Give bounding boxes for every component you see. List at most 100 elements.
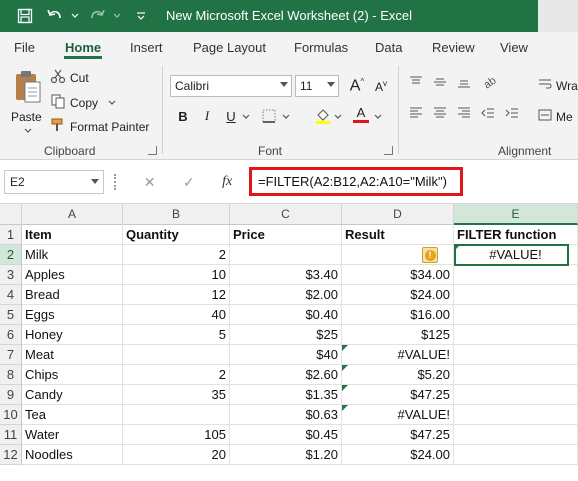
cell-b5[interactable]: 40 bbox=[123, 305, 230, 325]
underline-button[interactable]: U bbox=[220, 105, 242, 127]
increase-font-size-button[interactable]: A^ bbox=[346, 75, 368, 97]
cell-a4[interactable]: Bread bbox=[22, 285, 123, 305]
clipboard-launcher-icon[interactable] bbox=[148, 146, 157, 155]
cell-e12[interactable] bbox=[454, 445, 578, 465]
account-button[interactable] bbox=[538, 0, 578, 32]
row-header[interactable]: 9 bbox=[0, 385, 22, 405]
cell-e6[interactable] bbox=[454, 325, 578, 345]
paste-button[interactable]: Paste bbox=[10, 70, 46, 134]
row-header[interactable]: 11 bbox=[0, 425, 22, 445]
row-header[interactable]: 5 bbox=[0, 305, 22, 325]
cell-d10[interactable]: #VALUE! bbox=[342, 405, 454, 425]
insert-function-icon[interactable]: fx bbox=[222, 174, 232, 190]
cell-a8[interactable]: Chips bbox=[22, 365, 123, 385]
tab-formulas[interactable]: Formulas bbox=[294, 40, 348, 55]
cell-d7[interactable]: #VALUE! bbox=[342, 345, 454, 365]
row-header[interactable]: 4 bbox=[0, 285, 22, 305]
align-left-icon[interactable] bbox=[408, 105, 424, 121]
decrease-font-size-button[interactable]: Av bbox=[370, 75, 392, 97]
row-header[interactable]: 7 bbox=[0, 345, 22, 365]
font-launcher-icon[interactable] bbox=[384, 146, 393, 155]
cell-c5[interactable]: $0.40 bbox=[230, 305, 342, 325]
tab-home[interactable]: Home bbox=[65, 40, 101, 55]
fill-color-button[interactable] bbox=[312, 105, 334, 127]
cell-a5[interactable]: Eggs bbox=[22, 305, 123, 325]
cell-c6[interactable]: $25 bbox=[230, 325, 342, 345]
tab-view[interactable]: View bbox=[500, 40, 528, 55]
format-painter-button[interactable]: Format Painter bbox=[50, 117, 149, 136]
cell-e10[interactable] bbox=[454, 405, 578, 425]
row-header[interactable]: 6 bbox=[0, 325, 22, 345]
align-bottom-icon[interactable] bbox=[456, 74, 472, 90]
cell-b8[interactable]: 2 bbox=[123, 365, 230, 385]
cell-a12[interactable]: Noodles bbox=[22, 445, 123, 465]
cell-c12[interactable]: $1.20 bbox=[230, 445, 342, 465]
cell-b11[interactable]: 105 bbox=[123, 425, 230, 445]
cell-c11[interactable]: $0.45 bbox=[230, 425, 342, 445]
cell-c4[interactable]: $2.00 bbox=[230, 285, 342, 305]
cell-b9[interactable]: 35 bbox=[123, 385, 230, 405]
cell-d9[interactable]: $47.25 bbox=[342, 385, 454, 405]
cell-d3[interactable]: $34.00 bbox=[342, 265, 454, 285]
decrease-indent-icon[interactable] bbox=[480, 105, 496, 121]
align-top-icon[interactable] bbox=[408, 74, 424, 90]
cell-b10[interactable] bbox=[123, 405, 230, 425]
align-middle-icon[interactable] bbox=[432, 74, 448, 90]
cell-a11[interactable]: Water bbox=[22, 425, 123, 445]
increase-indent-icon[interactable] bbox=[504, 105, 520, 121]
font-name-select[interactable]: Calibri bbox=[170, 75, 292, 97]
cell-d8[interactable]: $5.20 bbox=[342, 365, 454, 385]
merge-center-button[interactable]: Me bbox=[538, 108, 573, 125]
cell-d11[interactable]: $47.25 bbox=[342, 425, 454, 445]
cell-b2[interactable]: 2 bbox=[123, 245, 230, 265]
cell-c3[interactable]: $3.40 bbox=[230, 265, 342, 285]
font-color-button[interactable]: A bbox=[350, 103, 372, 125]
cut-button[interactable]: Cut bbox=[50, 68, 89, 87]
cell-b1[interactable]: Quantity bbox=[123, 225, 230, 245]
row-header[interactable]: 3 bbox=[0, 265, 22, 285]
cell-a1[interactable]: Item bbox=[22, 225, 123, 245]
cell-c9[interactable]: $1.35 bbox=[230, 385, 342, 405]
cell-a10[interactable]: Tea bbox=[22, 405, 123, 425]
cell-d12[interactable]: $24.00 bbox=[342, 445, 454, 465]
column-header-c[interactable]: C bbox=[230, 204, 342, 225]
select-all-corner[interactable] bbox=[0, 204, 22, 225]
formula-input[interactable]: =FILTER(A2:B12,A2:A10="Milk") bbox=[249, 167, 463, 196]
tab-data[interactable]: Data bbox=[375, 40, 402, 55]
row-header[interactable]: 12 bbox=[0, 445, 22, 465]
italic-button[interactable]: I bbox=[196, 105, 218, 127]
error-warning-icon[interactable]: ! bbox=[422, 247, 438, 263]
cell-e8[interactable] bbox=[454, 365, 578, 385]
formula-bar-grip-icon[interactable] bbox=[114, 174, 117, 190]
cell-e11[interactable] bbox=[454, 425, 578, 445]
cell-b4[interactable]: 12 bbox=[123, 285, 230, 305]
cell-c7[interactable]: $40 bbox=[230, 345, 342, 365]
align-right-icon[interactable] bbox=[456, 105, 472, 121]
cell-a7[interactable]: Meat bbox=[22, 345, 123, 365]
cell-d4[interactable]: $24.00 bbox=[342, 285, 454, 305]
tab-file[interactable]: File bbox=[14, 40, 35, 55]
row-header[interactable]: 2 bbox=[0, 245, 22, 265]
font-size-select[interactable]: 11 bbox=[295, 75, 339, 97]
cell-e5[interactable] bbox=[454, 305, 578, 325]
bold-button[interactable]: B bbox=[172, 105, 194, 127]
copy-button[interactable]: Copy bbox=[50, 93, 116, 112]
tab-review[interactable]: Review bbox=[432, 40, 475, 55]
column-header-b[interactable]: B bbox=[123, 204, 230, 225]
row-header[interactable]: 8 bbox=[0, 365, 22, 385]
column-header-d[interactable]: D bbox=[342, 204, 454, 225]
cell-c2[interactable] bbox=[230, 245, 342, 265]
cell-e1[interactable]: FILTER function bbox=[454, 225, 578, 245]
enter-icon[interactable]: ✓ bbox=[183, 174, 195, 191]
cell-c1[interactable]: Price bbox=[230, 225, 342, 245]
cell-c8[interactable]: $2.60 bbox=[230, 365, 342, 385]
cell-e7[interactable] bbox=[454, 345, 578, 365]
wrap-text-button[interactable]: Wra bbox=[538, 77, 578, 94]
cell-b3[interactable]: 10 bbox=[123, 265, 230, 285]
cell-d5[interactable]: $16.00 bbox=[342, 305, 454, 325]
tab-page-layout[interactable]: Page Layout bbox=[193, 40, 266, 55]
cell-e4[interactable] bbox=[454, 285, 578, 305]
tab-insert[interactable]: Insert bbox=[130, 40, 163, 55]
cell-e9[interactable] bbox=[454, 385, 578, 405]
orientation-icon[interactable]: ab bbox=[480, 74, 496, 90]
